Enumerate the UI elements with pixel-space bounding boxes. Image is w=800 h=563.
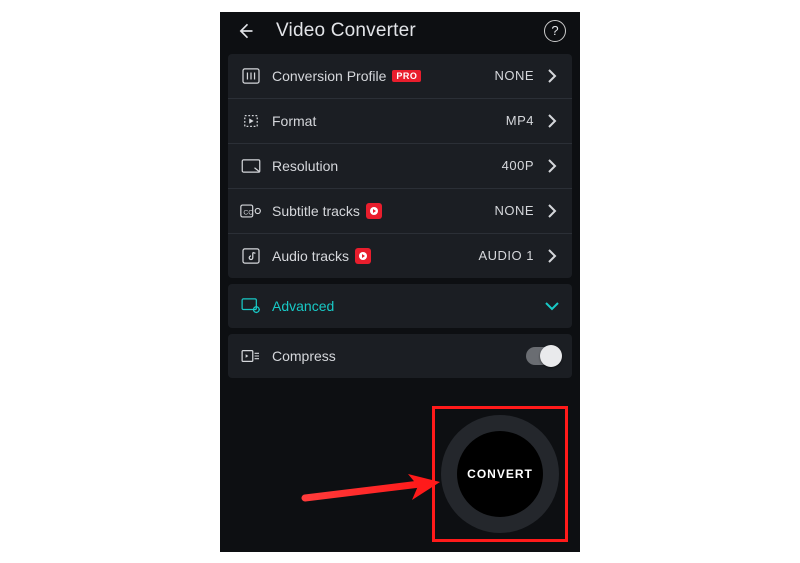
- back-icon[interactable]: [234, 20, 256, 42]
- compress-panel: Compress: [228, 334, 572, 378]
- notification-badge-icon: [366, 203, 382, 219]
- resolution-icon: [240, 157, 262, 175]
- chevron-right-icon: [544, 249, 560, 263]
- row-format[interactable]: Format MP4: [228, 99, 572, 144]
- row-value: NONE: [494, 68, 534, 83]
- row-advanced[interactable]: Advanced: [228, 284, 572, 328]
- annotation-highlight-box: CONVERT: [432, 406, 568, 542]
- row-label: Resolution: [272, 158, 338, 174]
- page-title: Video Converter: [276, 20, 416, 42]
- row-audio-tracks[interactable]: Audio tracks AUDIO 1: [228, 234, 572, 278]
- svg-text:CC: CC: [243, 209, 253, 216]
- row-compress: Compress: [228, 334, 572, 378]
- pro-badge: PRO: [392, 70, 421, 82]
- row-value: 400P: [502, 158, 534, 173]
- settings-panel: Conversion Profile PRO NONE Format MP4 R…: [228, 54, 572, 278]
- row-value: MP4: [506, 113, 534, 128]
- convert-button-label: CONVERT: [457, 431, 543, 517]
- row-label: Format: [272, 113, 316, 129]
- header-bar: Video Converter ?: [220, 12, 580, 48]
- compress-icon: [240, 347, 262, 365]
- row-label: Audio tracks: [272, 248, 371, 264]
- chevron-right-icon: [544, 159, 560, 173]
- chevron-down-icon: [544, 301, 560, 311]
- format-icon: [240, 112, 262, 130]
- row-value: NONE: [494, 203, 534, 218]
- sliders-icon: [240, 67, 262, 85]
- subtitle-icon: CC: [240, 202, 262, 220]
- row-conversion-profile[interactable]: Conversion Profile PRO NONE: [228, 54, 572, 99]
- chevron-right-icon: [544, 114, 560, 128]
- advanced-panel: Advanced: [228, 284, 572, 328]
- row-resolution[interactable]: Resolution 400P: [228, 144, 572, 189]
- row-label: Compress: [272, 348, 336, 364]
- notification-badge-icon: [355, 248, 371, 264]
- row-subtitle-tracks[interactable]: CC Subtitle tracks NONE: [228, 189, 572, 234]
- app-screen: Video Converter ? Conversion Profile PRO…: [220, 12, 580, 552]
- row-label: Conversion Profile PRO: [272, 68, 421, 84]
- audio-icon: [240, 247, 262, 265]
- compress-toggle[interactable]: [526, 347, 560, 365]
- help-icon[interactable]: ?: [544, 20, 566, 42]
- chevron-right-icon: [544, 204, 560, 218]
- row-value: AUDIO 1: [478, 248, 534, 263]
- convert-button[interactable]: CONVERT: [441, 415, 559, 533]
- row-label: Subtitle tracks: [272, 203, 382, 219]
- row-label: Advanced: [272, 298, 334, 314]
- chevron-right-icon: [544, 69, 560, 83]
- advanced-icon: [240, 297, 262, 315]
